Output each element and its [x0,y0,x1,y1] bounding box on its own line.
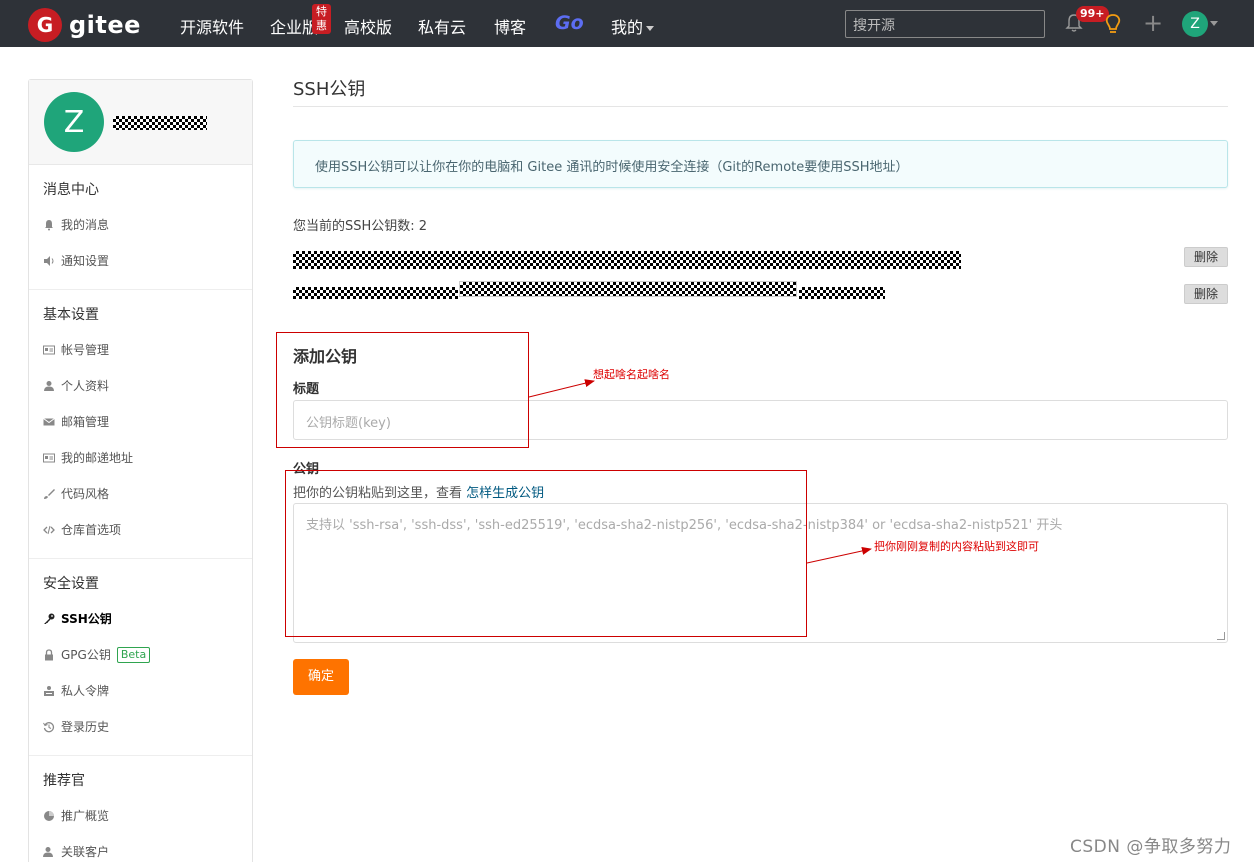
key-redacted [799,287,885,299]
sidebar-item-my-messages[interactable]: 我的消息 [29,207,252,243]
speaker-icon [44,256,54,266]
sidebar-item-label: GPG公钥 [61,648,111,662]
section-basic: 基本设置 帐号管理 个人资料 邮箱管理 我的邮递地址 代码风格 仓库首选项 [29,290,252,559]
annotation-note: 想起啥名起啥名 [593,368,670,381]
history-icon [43,722,55,733]
profile-card: Z [29,80,252,165]
code-icon [43,525,55,535]
beta-badge: Beta [116,647,151,663]
sidebar-item-account[interactable]: 帐号管理 [29,332,252,368]
user-icon [44,381,54,391]
sidebar-item-code-style[interactable]: 代码风格 [29,476,252,512]
ssh-key-row: 删除 [293,247,1228,285]
search-input[interactable]: 搜开源 [845,10,1045,38]
chevron-down-icon [646,26,655,31]
gitee-logo[interactable]: G gitee [28,8,141,42]
brush-icon [44,489,55,499]
promo-badge: 特惠 [312,4,331,34]
nav-go[interactable]: Go [555,12,584,34]
sidebar-item-repo-preferences[interactable]: 仓库首选项 [29,512,252,548]
sidebar-item-label: SSH公钥 [61,612,112,626]
key-count: 您当前的SSH公钥数: 2 [293,219,428,234]
nav-open-source[interactable]: 开源软件 [180,14,244,38]
sidebar-item-label: 仓库首选项 [61,523,122,537]
delete-button[interactable]: 删除 [1184,247,1228,267]
section-security: 安全设置 SSH公钥 GPG公钥 Beta 私人令牌 登录历史 [29,559,252,756]
id-card-icon [43,453,55,463]
logo-text: gitee [69,11,141,39]
ssh-key-row: 删除 [293,281,1228,323]
sidebar-item-ssh-keys[interactable]: SSH公钥 [29,601,252,637]
sidebar-item-notify-settings[interactable]: 通知设置 [29,243,252,279]
mail-icon [43,418,55,426]
sidebar-item-linked-customers[interactable]: 关联客户 [29,834,252,862]
sidebar-item-label: 帐号管理 [61,343,110,357]
sidebar-item-label: 个人资料 [61,379,110,393]
main-content: SSH公钥 使用SSH公钥可以让你在你的电脑和 Gitee 通讯的时候使用安全连… [293,75,1228,695]
annotation-arrow [528,379,595,398]
sidebar-item-tokens[interactable]: 私人令牌 [29,673,252,709]
user-link-icon [43,847,53,857]
section-title: 消息中心 [43,182,99,198]
logo-icon: G [28,8,62,42]
delete-button[interactable]: 删除 [1184,284,1228,304]
annotation-box [276,332,529,448]
submit-button[interactable]: 确定 [293,659,349,695]
section-title: 安全设置 [43,576,99,592]
chart-icon [44,811,54,821]
info-banner: 使用SSH公钥可以让你在你的电脑和 Gitee 通讯的时候使用安全连接（Git的… [293,140,1228,188]
sidebar-item-promotion-overview[interactable]: 推广概览 [29,798,252,834]
section-title: 推荐官 [43,773,85,789]
id-card-icon [43,345,55,355]
username-redacted [113,116,207,130]
lock-icon [45,649,53,661]
section-title: 基本设置 [43,307,99,323]
sidebar-item-label: 登录历史 [61,720,110,734]
annotation-box [285,470,807,637]
chevron-down-icon[interactable] [1210,21,1218,26]
key-redacted [293,287,458,299]
annotation-note: 把你刚刚复制的内容粘贴到这即可 [874,540,1039,553]
avatar[interactable]: Z [44,92,104,152]
sidebar-item-label: 我的邮递地址 [61,451,134,465]
section-referral: 推荐官 推广概览 关联客户 [29,756,252,862]
settings-sidebar: Z 消息中心 我的消息 通知设置 基本设置 帐号管理 个人资料 邮箱管理 我的邮 [28,79,253,862]
watermark: CSDN @争取多努力 [1070,837,1232,857]
sidebar-item-postal-address[interactable]: 我的邮递地址 [29,440,252,476]
sidebar-item-label: 私人令牌 [61,684,110,698]
page-title: SSH公钥 [293,75,1228,107]
bell-icon [45,220,53,231]
nav-enterprise[interactable]: 企业版 [270,14,318,38]
sidebar-item-label: 我的消息 [61,218,110,232]
sidebar-item-email[interactable]: 邮箱管理 [29,404,252,440]
key-redacted [293,251,961,269]
sidebar-item-label: 关联客户 [61,845,110,859]
token-icon [44,686,54,696]
lightbulb-icon[interactable] [1102,12,1124,36]
key-icon [44,613,55,624]
user-avatar[interactable]: Z [1182,11,1208,37]
section-messages: 消息中心 我的消息 通知设置 [29,165,252,290]
sidebar-item-profile[interactable]: 个人资料 [29,368,252,404]
sidebar-item-label: 通知设置 [61,254,110,268]
nav-private-cloud[interactable]: 私有云 [418,14,466,38]
resize-handle[interactable] [1217,632,1225,640]
top-navbar: G gitee 开源软件 企业版 特惠 高校版 私有云 博客 Go 我的 搜开源… [0,0,1254,47]
key-redacted [459,281,797,297]
sidebar-item-label: 推广概览 [61,809,110,823]
sidebar-item-label: 代码风格 [61,487,110,501]
sidebar-item-label: 邮箱管理 [61,415,110,429]
sidebar-item-gpg-keys[interactable]: GPG公钥 Beta [29,637,252,673]
nav-blog[interactable]: 博客 [494,14,526,38]
nav-education[interactable]: 高校版 [344,14,392,38]
nav-mine-label: 我的 [611,18,644,37]
plus-icon[interactable]: + [1143,11,1163,35]
sidebar-item-login-history[interactable]: 登录历史 [29,709,252,745]
nav-mine[interactable]: 我的 [611,14,655,38]
